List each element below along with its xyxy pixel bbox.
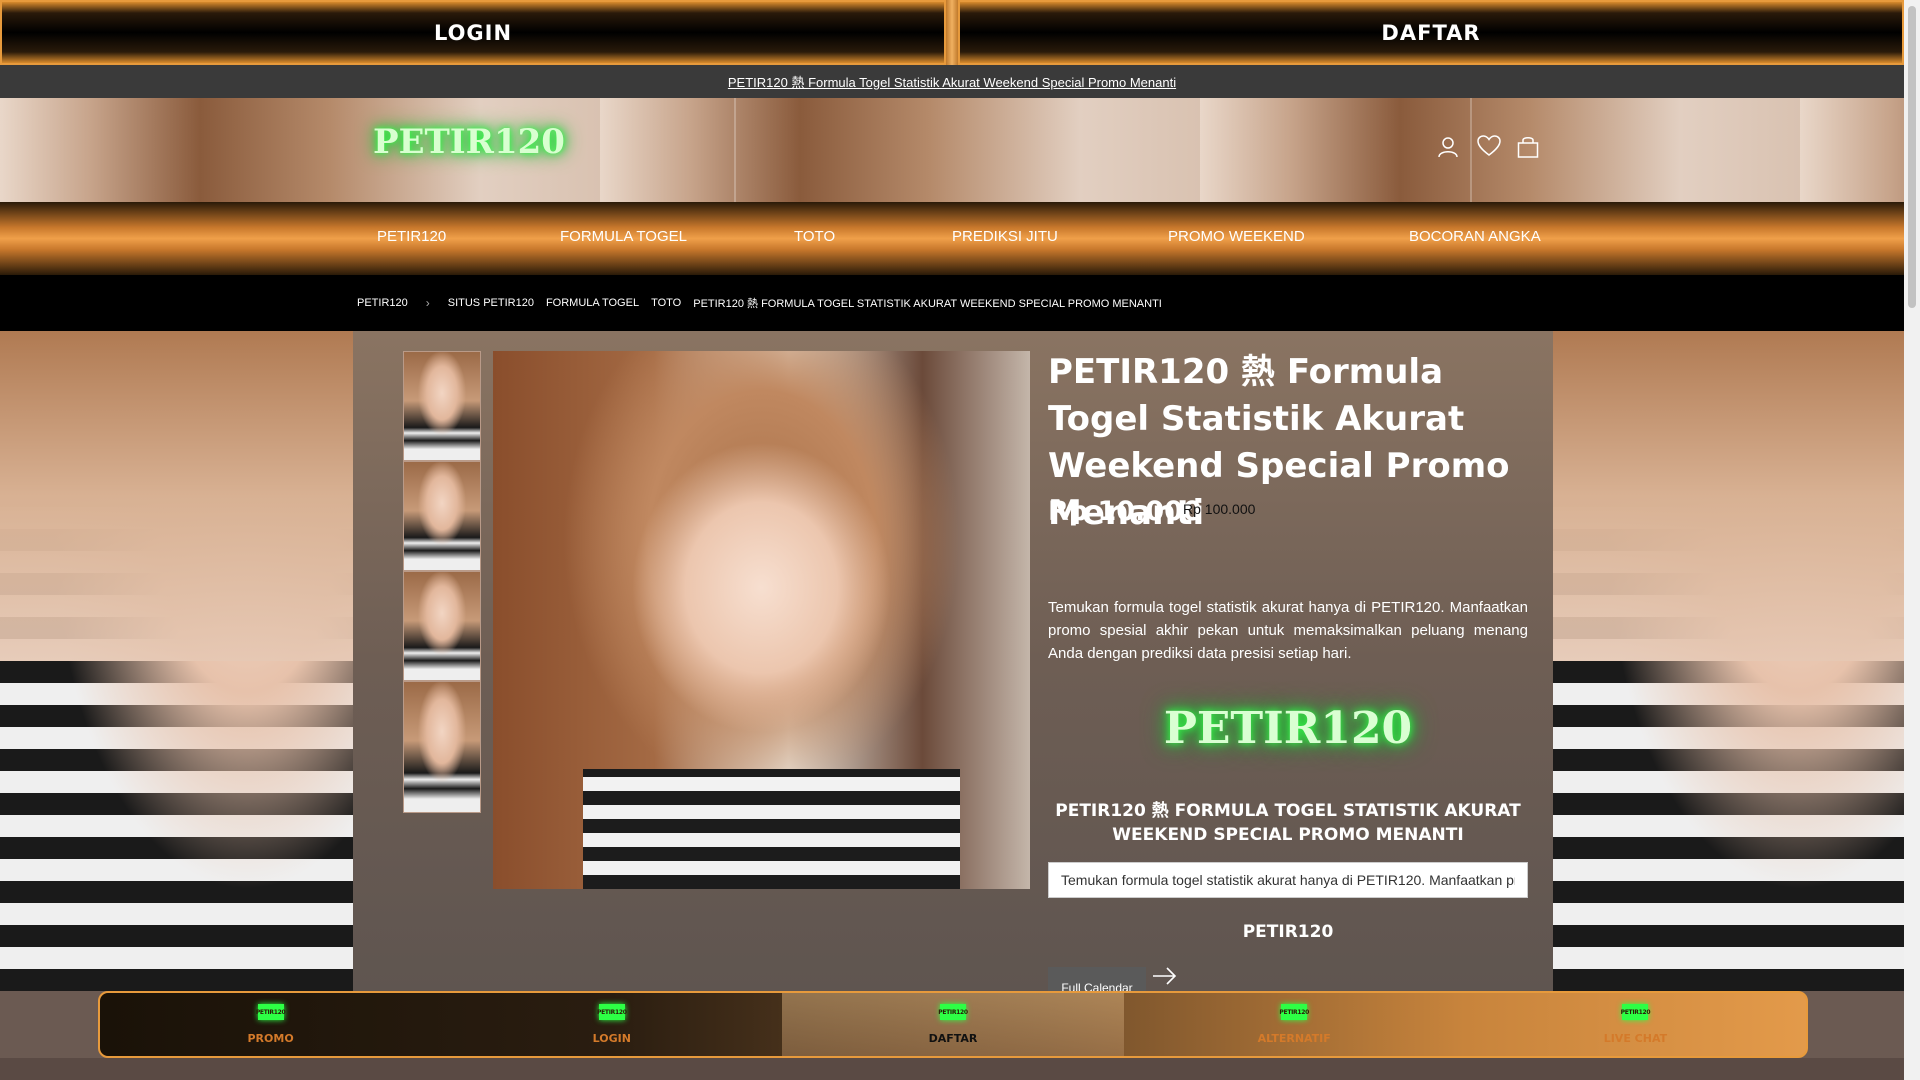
product-price-original: Rp 100.000 [1183, 501, 1256, 517]
product-thumbnail[interactable] [403, 351, 481, 461]
site-logo[interactable]: PETIR120 [373, 122, 565, 162]
bottom-nav-daftar[interactable]: PETIR120 DAFTAR [782, 993, 1124, 1056]
thumbnail-list [403, 351, 481, 813]
breadcrumb-item[interactable]: PETIR120 [357, 297, 408, 309]
arrow-right-icon[interactable] [1152, 966, 1178, 986]
bottom-nav-label: LIVE CHAT [1603, 1032, 1668, 1045]
product-logo: PETIR120 [1163, 703, 1413, 754]
nav-item-bocoran-angka[interactable]: BOCORAN ANGKA [1409, 228, 1541, 245]
petir120-badge-icon: PETIR120 [1621, 1004, 1651, 1020]
product-thumbnail[interactable] [403, 571, 481, 681]
main-nav: PETIR120 FORMULA TOGEL TOTO PREDIKSI JIT… [0, 202, 1904, 275]
header-icons [1437, 135, 1539, 159]
scrollbar-thumb[interactable] [1908, 6, 1916, 308]
announcement-link[interactable]: PETIR120 熱 Formula Togel Statistik Akura… [728, 72, 1176, 91]
product-thumbnail[interactable] [403, 461, 481, 571]
footer-strip [0, 1058, 1904, 1080]
bottom-nav-alternatif[interactable]: PETIR120 ALTERNATIF [1124, 993, 1465, 1056]
heart-icon[interactable] [1477, 135, 1501, 159]
login-button[interactable]: LOGIN [0, 0, 946, 65]
breadcrumb-item[interactable]: FORMULA TOGEL [546, 297, 639, 309]
petir120-badge-icon: PETIR120 [597, 1004, 627, 1020]
nav-item-petir120[interactable]: PETIR120 [377, 228, 446, 245]
bottom-nav-promo[interactable]: PETIR120 PROMO [100, 993, 441, 1056]
bottom-nav-live-chat[interactable]: PETIR120 LIVE CHAT [1465, 993, 1806, 1056]
nav-item-toto[interactable]: TOTO [794, 228, 835, 245]
breadcrumb-item[interactable]: TOTO [651, 297, 681, 309]
announcement-bar: PETIR120 熱 Formula Togel Statistik Akura… [0, 65, 1904, 98]
bottom-nav-label: DAFTAR [928, 1032, 978, 1045]
product-main-image[interactable] [493, 351, 1030, 889]
bottom-nav-label: LOGIN [592, 1032, 631, 1045]
product-price: Rp 10.000 [1048, 496, 1202, 527]
product-headline: PETIR120 熱 FORMULA TOGEL STATISTIK AKURA… [1055, 801, 1521, 845]
user-icon[interactable] [1437, 135, 1459, 159]
bottom-nav: PETIR120 PROMO PETIR120 LOGIN PETIR120 D… [98, 991, 1808, 1058]
auth-divider [946, 0, 958, 65]
auth-bar: LOGIN DAFTAR [0, 0, 1904, 65]
breadcrumb-current: PETIR120 熱 FORMULA TOGEL STATISTIK AKURA… [693, 298, 1162, 310]
background-photo-right [1553, 331, 1904, 991]
petir120-badge-icon: PETIR120 [256, 1004, 286, 1020]
bottom-nav-login[interactable]: PETIR120 LOGIN [441, 993, 782, 1056]
bag-icon[interactable] [1517, 135, 1539, 159]
bottom-nav-label: PROMO [247, 1032, 294, 1045]
brand-label: PETIR120 [1242, 922, 1334, 942]
nav-item-promo-weekend[interactable]: PROMO WEEKEND [1168, 228, 1305, 245]
site-header: PETIR120 [0, 98, 1904, 202]
chevron-right-icon: › [425, 296, 430, 310]
register-button[interactable]: DAFTAR [958, 0, 1904, 65]
header-divider [734, 98, 736, 202]
petir120-badge-icon: PETIR120 [938, 1004, 968, 1020]
nav-item-formula-togel[interactable]: FORMULA TOGEL [560, 228, 687, 245]
description-field[interactable] [1048, 862, 1528, 898]
breadcrumb-item[interactable]: SITUS PETIR120 [448, 297, 534, 309]
product-description: Temukan formula togel statistik akurat h… [1048, 599, 1528, 662]
background-photo-left [0, 331, 353, 991]
bottom-nav-label: ALTERNATIF [1257, 1032, 1331, 1045]
breadcrumb: PETIR120 › SITUS PETIR120 FORMULA TOGEL … [0, 275, 1904, 331]
petir120-badge-icon: PETIR120 [1279, 1004, 1309, 1020]
product-thumbnail[interactable] [403, 681, 481, 813]
nav-item-prediksi-jitu[interactable]: PREDIKSI JITU [952, 228, 1058, 245]
page-scrollbar[interactable] [1904, 0, 1920, 1080]
